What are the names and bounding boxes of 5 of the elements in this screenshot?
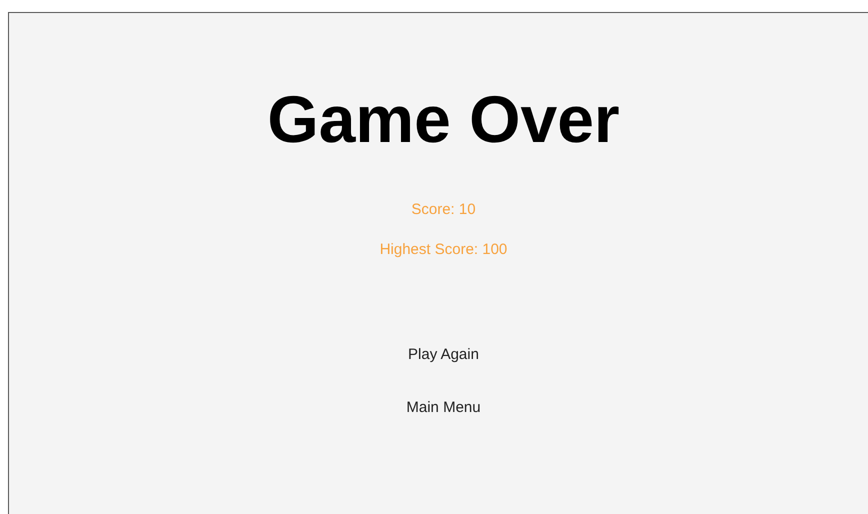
menu-button[interactable]: Play Again (400, 337, 487, 373)
score-text: Highest Score: 100 (380, 241, 508, 259)
score-text: Score: 10 (411, 201, 476, 219)
menu-button[interactable]: Main Menu (398, 390, 489, 426)
game-over-title: Game Over (267, 81, 620, 157)
